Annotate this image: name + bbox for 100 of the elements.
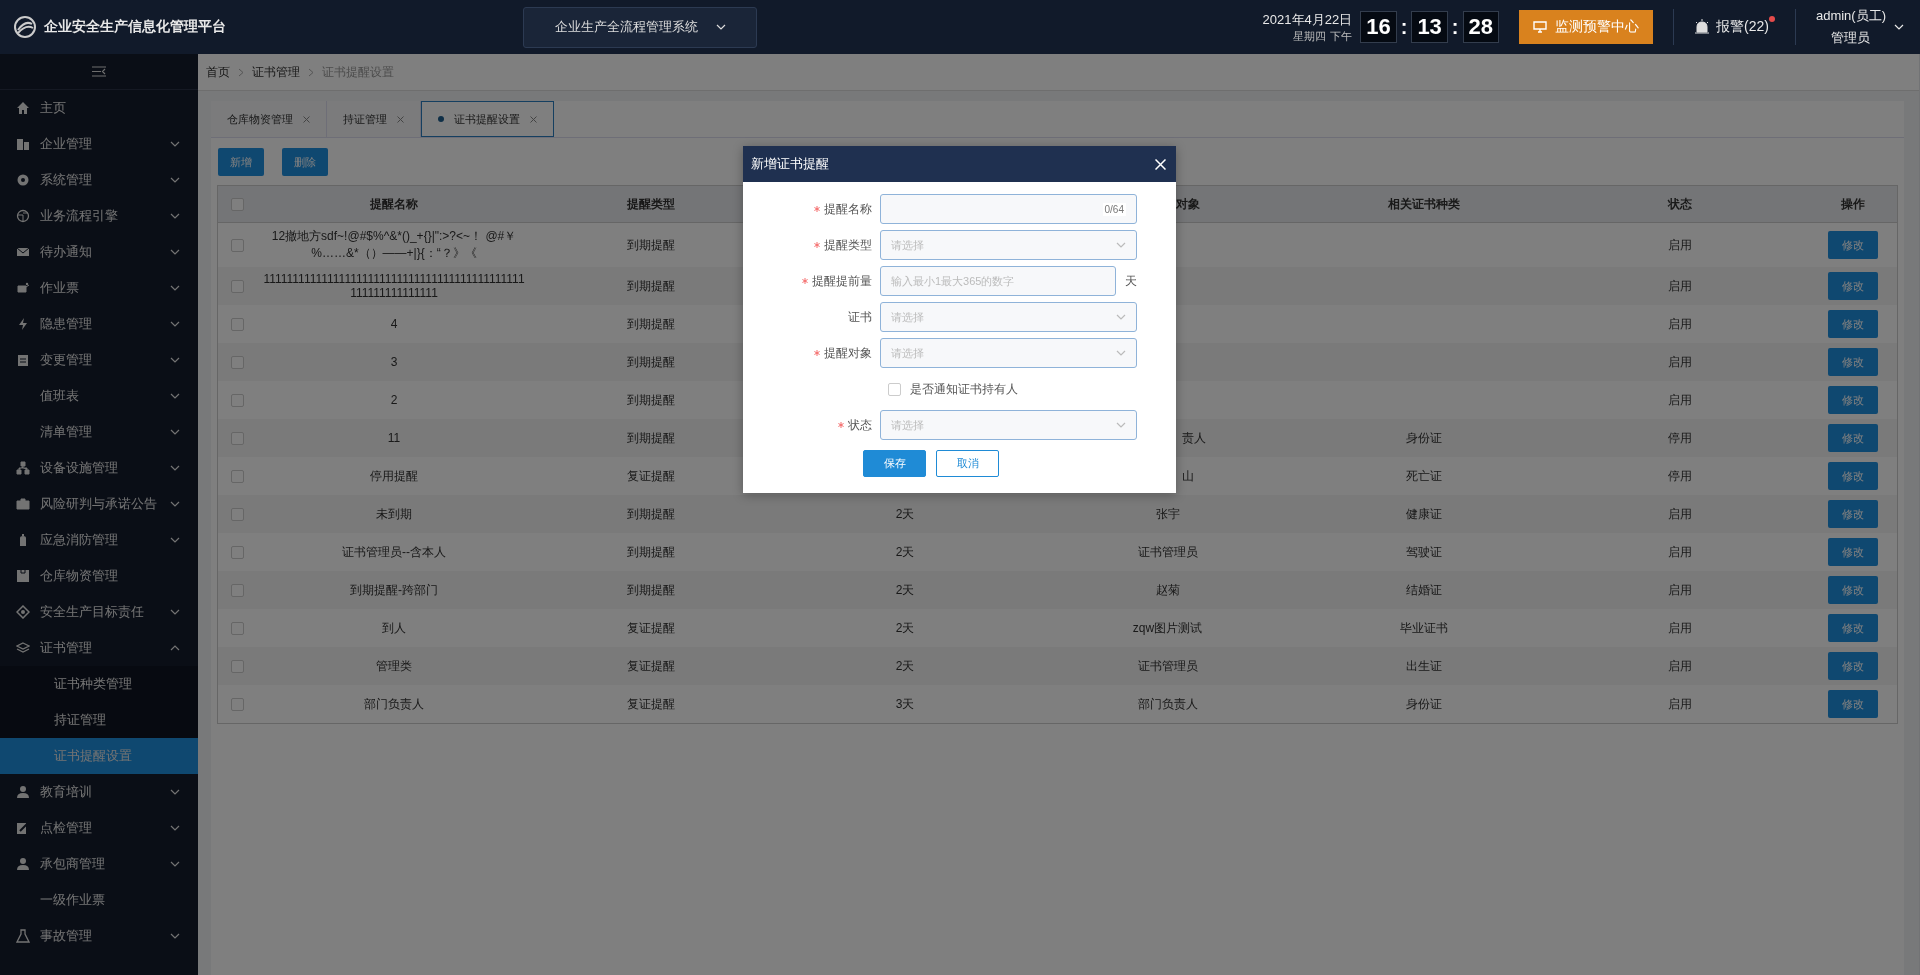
bolt-icon: [16, 317, 30, 331]
breadcrumb-link[interactable]: 首页: [206, 63, 230, 81]
sidebar-item[interactable]: 证书管理: [0, 630, 198, 666]
table-cell: 启用: [1668, 315, 1692, 333]
table-cell-text: 12撤地方sdf~!@#$%^&*()_+{}|":>?<~！ @#￥%……&*（）——+|}{：“？》《: [270, 228, 518, 262]
table-cell: 到期提醒: [627, 429, 675, 447]
checkbox[interactable]: [230, 469, 244, 483]
sitemap-icon: [16, 461, 30, 475]
required-mark-icon: [838, 422, 844, 428]
edit-button[interactable]: 修改: [1827, 310, 1878, 338]
sidebar-item[interactable]: 主页: [0, 90, 198, 126]
checkbox[interactable]: [230, 583, 244, 597]
table-cell: 启用: [1668, 505, 1692, 523]
sidebar-item[interactable]: 隐患管理: [0, 306, 198, 342]
edit-button[interactable]: 修改: [1827, 424, 1878, 452]
edit-button[interactable]: 修改: [1827, 690, 1878, 718]
chevron-icon: [170, 861, 180, 867]
tab[interactable]: 仓库物资管理: [211, 101, 327, 137]
tab[interactable]: 持证管理: [327, 101, 421, 137]
chevron-icon: [170, 465, 180, 471]
sidebar-item[interactable]: 承包商管理: [0, 846, 198, 882]
checkbox[interactable]: [230, 431, 244, 445]
chevron-icon: [170, 501, 180, 507]
sidebar-item[interactable]: 待办通知: [0, 234, 198, 270]
alarm-label[interactable]: 报警(22): [1716, 18, 1769, 36]
checkbox[interactable]: [230, 197, 244, 211]
edit-button[interactable]: 修改: [1827, 231, 1878, 259]
checkbox[interactable]: [230, 697, 244, 711]
edit-button[interactable]: 修改: [1827, 614, 1878, 642]
checkbox[interactable]: [230, 317, 244, 331]
sidebar-item[interactable]: 系统管理: [0, 162, 198, 198]
checkbox[interactable]: [888, 382, 901, 396]
date-text: 2021年4月22日: [1262, 10, 1353, 29]
system-dropdown[interactable]: 企业生产全流程管理系统: [523, 6, 757, 48]
monitor-center-button[interactable]: 监测预警中心: [1519, 10, 1653, 44]
checkbox[interactable]: [230, 279, 244, 293]
checkbox[interactable]: [230, 659, 244, 673]
dialog-button[interactable]: 取消: [936, 450, 999, 477]
checkbox[interactable]: [230, 393, 244, 407]
table-cell: 启用: [1668, 543, 1692, 561]
checkbox[interactable]: [230, 355, 244, 369]
sidebar-item[interactable]: 业务流程引擎: [0, 198, 198, 234]
column-header: 提醒名称: [370, 195, 418, 213]
sidebar-item[interactable]: 作业票: [0, 270, 198, 306]
toolbar-button[interactable]: 新增: [218, 148, 264, 176]
clock-digits: 28: [1462, 11, 1499, 43]
checkbox[interactable]: [230, 238, 244, 252]
edit-button[interactable]: 修改: [1827, 386, 1878, 414]
unit-label: 天: [1125, 272, 1137, 290]
sidebar-item[interactable]: 清单管理: [0, 414, 198, 450]
sidebar-item[interactable]: 仓库物资管理: [0, 558, 198, 594]
edit-button[interactable]: 修改: [1827, 348, 1878, 376]
table-cell: 停用提醒: [370, 467, 418, 485]
period-text: 下午: [1330, 28, 1353, 44]
user-icon: [16, 857, 30, 871]
chevron-icon: [170, 285, 180, 291]
chevron-icon: [170, 213, 180, 219]
edit-button[interactable]: 修改: [1827, 500, 1878, 528]
table-cell: 到期提醒: [627, 391, 675, 409]
checkbox[interactable]: [230, 621, 244, 635]
chevron-icon: [170, 429, 180, 435]
tab[interactable]: 证书提醒设置: [421, 101, 554, 137]
table-cell: 到期提醒: [627, 353, 675, 371]
table-cell: 部门负责人: [364, 695, 424, 713]
field-label: 证书: [848, 308, 872, 326]
sidebar-item[interactable]: 企业管理: [0, 126, 198, 162]
input-field[interactable]: 0/64: [880, 194, 1137, 224]
breadcrumb-link[interactable]: 证书管理: [252, 63, 300, 81]
checkbox[interactable]: [230, 507, 244, 521]
logo-icon: [14, 16, 36, 38]
sidebar-item[interactable]: 应急消防管理: [0, 522, 198, 558]
dialog-button[interactable]: 保存: [863, 450, 926, 477]
menu-icon[interactable]: [92, 66, 106, 77]
sidebar-item[interactable]: 变更管理: [0, 342, 198, 378]
chevron-icon: [1116, 242, 1126, 248]
sidebar-item[interactable]: 持证管理: [0, 702, 198, 738]
field-label: 提醒名称: [824, 200, 872, 218]
field-label: 提醒对象: [824, 344, 872, 362]
sidebar-item[interactable]: 证书种类管理: [0, 666, 198, 702]
sidebar-item[interactable]: 点检管理: [0, 810, 198, 846]
sidebar-item[interactable]: 安全生产目标责任: [0, 594, 198, 630]
sidebar-item[interactable]: 一级作业票: [0, 882, 198, 918]
sidebar-item[interactable]: 事故管理: [0, 918, 198, 954]
sidebar-item[interactable]: 风险研判与承诺公告: [0, 486, 198, 522]
checkbox[interactable]: [230, 545, 244, 559]
edit-button[interactable]: 修改: [1827, 652, 1878, 680]
table-cell: 111111111111111111111111111111111111111111111111111111111111: [262, 272, 526, 300]
chevron-icon: [1116, 422, 1126, 428]
required-mark-icon: [814, 350, 820, 356]
edit-button[interactable]: 修改: [1827, 272, 1878, 300]
table-cell: 11: [387, 431, 401, 445]
briefcase-icon: [16, 497, 30, 511]
user-icon: [16, 785, 30, 799]
sidebar-item[interactable]: 教育培训: [0, 774, 198, 810]
sidebar-item[interactable]: 设备设施管理: [0, 450, 198, 486]
edit-button[interactable]: 修改: [1827, 462, 1878, 490]
edit-button[interactable]: 修改: [1827, 576, 1878, 604]
edit-button[interactable]: 修改: [1827, 538, 1878, 566]
sidebar-item[interactable]: 值班表: [0, 378, 198, 414]
toolbar-button[interactable]: 删除: [282, 148, 328, 176]
